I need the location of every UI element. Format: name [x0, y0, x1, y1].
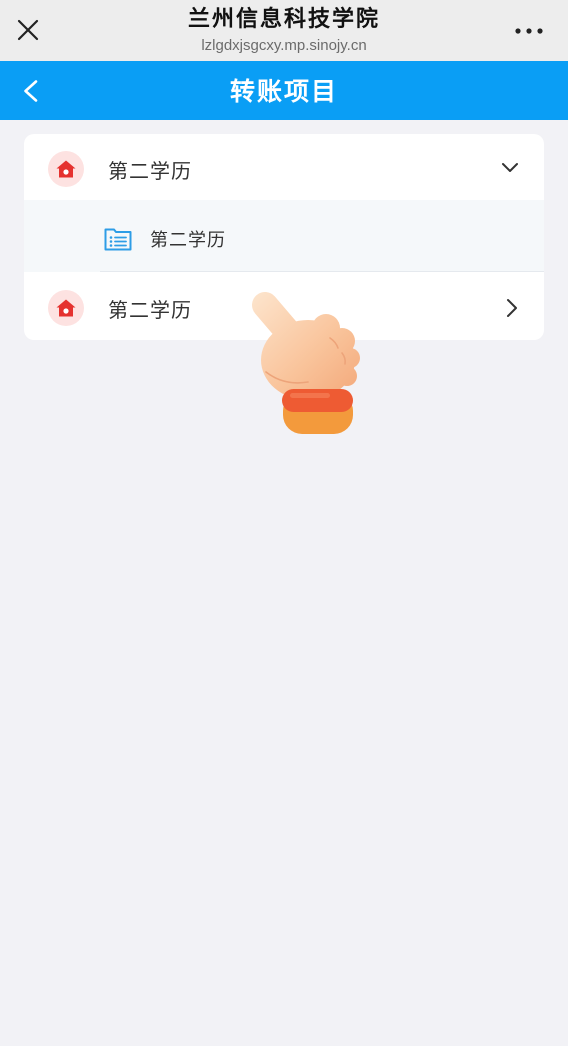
close-button[interactable]: [12, 14, 44, 46]
browser-bar: 兰州信息科技学院 lzlgdxjsgcxy.mp.sinojy.cn: [0, 0, 568, 61]
chevron-down-icon: [502, 163, 518, 172]
more-icon: [515, 28, 543, 34]
project-item-label: 第二学历: [108, 158, 192, 183]
more-button[interactable]: [508, 20, 550, 42]
back-button[interactable]: [10, 71, 50, 111]
house-icon: [48, 290, 84, 326]
project-subitem[interactable]: 第二学历: [24, 200, 544, 272]
browser-url: lzlgdxjsgcxy.mp.sinojy.cn: [201, 37, 367, 54]
close-icon: [17, 19, 39, 41]
list-folder-icon: [104, 228, 132, 251]
project-subitem-label: 第二学历: [150, 230, 226, 251]
house-icon: [48, 151, 84, 187]
browser-title: 兰州信息科技学院: [187, 7, 380, 32]
chevron-right-icon: [507, 299, 517, 317]
back-arrow-icon: [24, 80, 38, 102]
project-item-label: 第二学历: [108, 297, 192, 322]
page-title: 转账项目: [229, 77, 338, 106]
project-item-expanded[interactable]: 第二学历: [24, 134, 544, 200]
pointer-hand-icon: [252, 292, 360, 434]
app-header: 转账项目: [0, 61, 568, 120]
